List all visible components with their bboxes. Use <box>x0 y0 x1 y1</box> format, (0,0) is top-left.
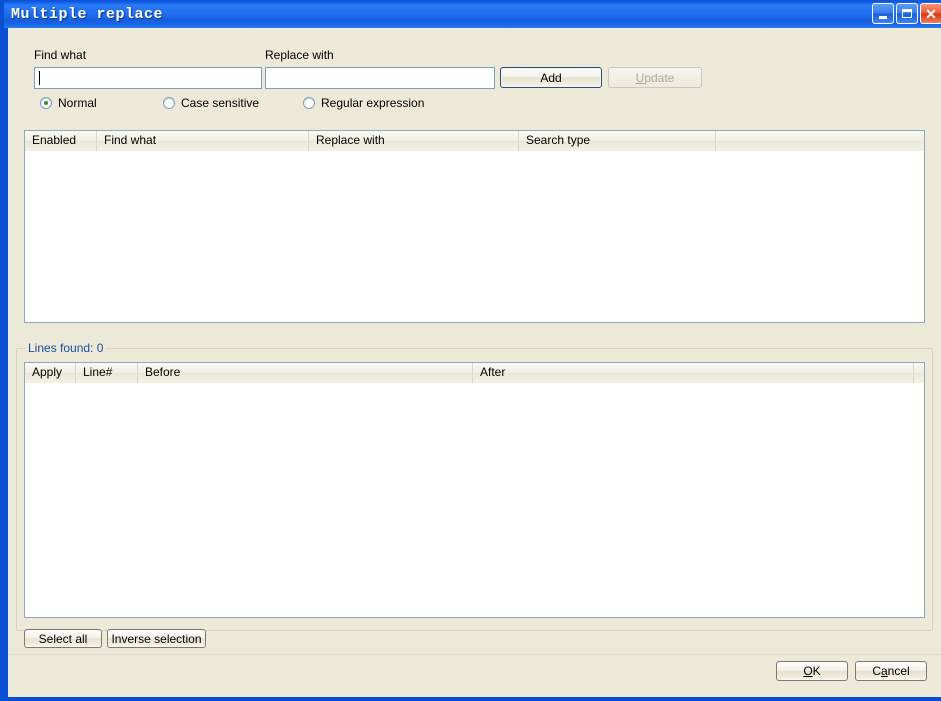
results-column-line-number[interactable]: Line# <box>76 363 138 383</box>
rules-column-find-what[interactable]: Find what <box>97 131 309 151</box>
add-button[interactable]: Add <box>500 67 602 88</box>
dialog-client-area: Find what Replace with Add Update Normal… <box>8 28 941 697</box>
rules-column-enabled[interactable]: Enabled <box>25 131 97 151</box>
lines-found-label: Lines found: 0 <box>25 341 107 355</box>
select-all-button[interactable]: Select all <box>24 629 102 648</box>
rules-listview-header: Enabled Find what Replace with Search ty… <box>25 131 924 151</box>
minimize-icon <box>879 15 887 19</box>
results-listview-header: Apply Line# Before After <box>25 363 924 383</box>
ok-button-label: OK <box>803 664 821 678</box>
minimize-button[interactable] <box>872 3 894 24</box>
replace-with-label: Replace with <box>265 48 334 62</box>
radio-normal-icon <box>40 97 52 109</box>
find-what-input[interactable] <box>34 67 262 89</box>
rules-column-search-type[interactable]: Search type <box>519 131 716 151</box>
radio-normal[interactable]: Normal <box>40 96 97 110</box>
close-icon: ✕ <box>925 5 937 22</box>
radio-case-sensitive[interactable]: Case sensitive <box>163 96 259 110</box>
replace-with-input[interactable] <box>265 67 495 89</box>
rules-column-replace-with[interactable]: Replace with <box>309 131 519 151</box>
update-button: Update <box>608 67 702 88</box>
rules-listview[interactable]: Enabled Find what Replace with Search ty… <box>24 130 925 323</box>
radio-regular-expression-icon <box>303 97 315 109</box>
cancel-button-label: Cancel <box>872 664 910 678</box>
radio-case-sensitive-label: Case sensitive <box>181 96 260 110</box>
cancel-button[interactable]: Cancel <box>855 661 927 681</box>
dialog-window: Multiple replace ✕ Find what Replace wit… <box>0 0 941 701</box>
results-listview-body[interactable] <box>25 383 924 617</box>
results-column-filler <box>914 363 924 383</box>
radio-normal-label: Normal <box>58 96 97 110</box>
maximize-icon <box>902 9 912 18</box>
find-what-label: Find what <box>34 48 87 62</box>
radio-case-sensitive-icon <box>163 97 175 109</box>
inverse-selection-button[interactable]: Inverse selection <box>107 629 206 648</box>
results-column-before[interactable]: Before <box>138 363 473 383</box>
close-button[interactable]: ✕ <box>920 3 941 24</box>
results-column-apply[interactable]: Apply <box>25 363 76 383</box>
title-bar[interactable]: Multiple replace ✕ <box>4 0 941 28</box>
footer-separator <box>8 654 941 655</box>
results-listview[interactable]: Apply Line# Before After <box>24 362 925 618</box>
radio-regular-expression-label: Regular expression <box>321 96 425 110</box>
maximize-button[interactable] <box>896 3 918 24</box>
find-what-caret <box>39 71 40 85</box>
ok-button[interactable]: OK <box>776 661 848 681</box>
window-controls: ✕ <box>872 3 941 24</box>
rules-listview-body[interactable] <box>25 151 924 322</box>
update-button-label: Update <box>635 70 675 85</box>
results-column-after[interactable]: After <box>473 363 914 383</box>
window-title: Multiple replace <box>11 5 164 23</box>
rules-column-filler <box>716 131 924 151</box>
radio-regular-expression[interactable]: Regular expression <box>303 96 424 110</box>
